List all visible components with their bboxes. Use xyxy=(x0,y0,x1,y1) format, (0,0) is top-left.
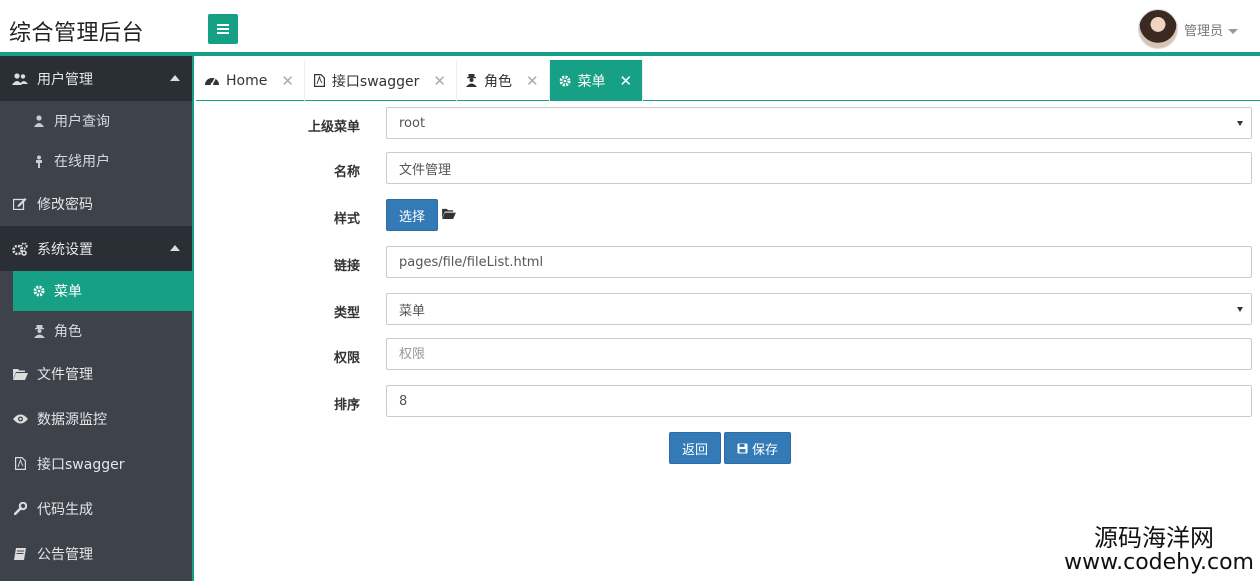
form-row-permission: 权限 xyxy=(196,338,1260,372)
sidebar-item-label: 用户查询 xyxy=(54,114,110,130)
sidebar-item-notice-management[interactable]: 公告管理 xyxy=(0,531,192,576)
sort-input[interactable] xyxy=(386,385,1252,417)
menu-bar-icon xyxy=(217,32,229,34)
sidebar-item-label: 文件管理 xyxy=(37,366,93,383)
sidebar-item-menu[interactable]: 菜单 xyxy=(13,271,192,311)
file-pdf-icon xyxy=(12,457,28,470)
book-icon xyxy=(12,547,28,560)
sidebar-item-label: 用户管理 xyxy=(37,71,93,88)
save-button[interactable]: 保存 xyxy=(724,432,791,464)
watermark-line1: 源码海洋网 xyxy=(1094,524,1214,552)
online-user-icon xyxy=(32,155,46,168)
form-row-parent: 上级菜单 root xyxy=(196,107,1260,141)
sidebar: 用户管理 用户查询 在线用户 修改密码 系统设置 菜单 角色 文件管理 数据源监… xyxy=(0,56,194,581)
sidebar-item-file-management[interactable]: 文件管理 xyxy=(0,351,192,396)
form-row-style: 样式 选择 xyxy=(196,199,1260,233)
caret-down-icon xyxy=(1237,121,1243,126)
permission-input[interactable] xyxy=(386,338,1252,370)
tab-bar: Home ✕ 接口swagger ✕ 角色 ✕ 菜单 ✕ xyxy=(196,60,1260,101)
user-secret-icon xyxy=(465,74,477,87)
chevron-up-icon xyxy=(170,75,180,81)
form-row-sort: 排序 xyxy=(196,385,1260,419)
user-icon xyxy=(32,115,46,127)
form-row-type: 类型 菜单 xyxy=(196,293,1260,327)
selected-value: root xyxy=(399,115,426,131)
avatar[interactable] xyxy=(1137,9,1178,49)
users-icon xyxy=(12,72,28,85)
tab-role[interactable]: 角色 ✕ xyxy=(457,60,550,101)
sidebar-item-code-generation[interactable]: 代码生成 xyxy=(0,486,192,531)
sidebar-item-role[interactable]: 角色 xyxy=(0,311,192,351)
parent-menu-label: 上级菜单 xyxy=(307,120,360,135)
sidebar-item-user-query[interactable]: 用户查询 xyxy=(0,101,192,141)
link-label: 链接 xyxy=(333,259,360,274)
eye-icon xyxy=(12,414,28,424)
menu-bar-icon xyxy=(217,28,229,30)
user-menu[interactable]: 管理员 xyxy=(1137,9,1238,49)
folder-open-icon xyxy=(442,208,456,223)
sidebar-item-datasource-monitor[interactable]: 数据源监控 xyxy=(0,396,192,441)
sidebar-item-user-management[interactable]: 用户管理 xyxy=(0,56,192,101)
link-input[interactable] xyxy=(386,246,1252,278)
form-row-link: 链接 xyxy=(196,246,1260,280)
sidebar-item-label: 角色 xyxy=(54,324,82,340)
user-secret-icon xyxy=(32,324,46,338)
selected-value: 菜单 xyxy=(399,303,426,319)
sidebar-toggle-button[interactable] xyxy=(208,14,238,44)
caret-down-icon[interactable] xyxy=(1228,28,1238,34)
style-label: 样式 xyxy=(333,212,360,227)
app-title: 综合管理后台 xyxy=(9,21,145,46)
type-label: 类型 xyxy=(333,306,360,321)
sidebar-item-swagger[interactable]: 接口swagger xyxy=(0,441,192,486)
close-icon[interactable]: ✕ xyxy=(526,72,539,90)
sidebar-item-label: 系统设置 xyxy=(37,241,93,258)
close-icon[interactable]: ✕ xyxy=(433,72,446,90)
name-input[interactable] xyxy=(386,152,1252,184)
chevron-up-icon xyxy=(170,245,180,251)
choose-button[interactable]: 选择 xyxy=(386,199,438,231)
dashboard-icon xyxy=(205,75,219,86)
form-row-name: 名称 xyxy=(196,152,1260,186)
sidebar-item-label: 菜单 xyxy=(54,284,82,300)
sidebar-item-online-users[interactable]: 在线用户 xyxy=(0,141,192,181)
user-name[interactable]: 管理员 xyxy=(1184,20,1223,39)
tab-label: 接口swagger xyxy=(331,73,420,90)
watermark: 源码海洋网 www.codehy.com xyxy=(1064,526,1254,574)
caret-down-icon xyxy=(1237,307,1243,312)
sidebar-item-label: 修改密码 xyxy=(37,196,93,213)
close-icon[interactable]: ✕ xyxy=(620,72,633,90)
cogs-icon xyxy=(12,241,28,256)
floppy-icon xyxy=(737,443,748,454)
sidebar-item-label: 数据源监控 xyxy=(37,411,107,428)
back-button[interactable]: 返回 xyxy=(669,432,721,464)
name-label: 名称 xyxy=(333,165,360,180)
type-select[interactable]: 菜单 xyxy=(386,293,1252,325)
tab-home[interactable]: Home ✕ xyxy=(196,60,305,101)
gear-icon xyxy=(559,75,571,87)
tab-label: 角色 xyxy=(483,73,512,90)
sidebar-item-label: 在线用户 xyxy=(54,154,110,170)
tab-menu[interactable]: 菜单 ✕ xyxy=(549,60,644,101)
close-icon[interactable]: ✕ xyxy=(281,72,294,90)
parent-menu-select[interactable]: root xyxy=(386,107,1252,139)
save-button-label: 保存 xyxy=(751,442,778,458)
gear-icon xyxy=(32,285,46,297)
edit-icon xyxy=(12,197,28,210)
top-header: 综合管理后台 管理员 xyxy=(0,0,1260,56)
sidebar-item-change-password[interactable]: 修改密码 xyxy=(0,181,192,226)
tab-swagger[interactable]: 接口swagger ✕ xyxy=(305,60,457,101)
sidebar-item-label: 公告管理 xyxy=(37,546,93,563)
file-pdf-icon xyxy=(313,74,325,87)
tab-label: Home xyxy=(226,72,268,89)
permission-label: 权限 xyxy=(333,351,360,366)
menu-bar-icon xyxy=(217,24,229,26)
sort-label: 排序 xyxy=(333,398,360,413)
sidebar-item-label: 接口swagger xyxy=(37,456,125,473)
folder-open-icon xyxy=(12,368,28,380)
sidebar-item-label: 代码生成 xyxy=(37,501,93,518)
wrench-icon xyxy=(12,502,28,515)
watermark-line2: www.codehy.com xyxy=(1064,550,1254,575)
tab-label: 菜单 xyxy=(577,73,606,90)
sidebar-item-system-settings[interactable]: 系统设置 xyxy=(0,226,192,271)
